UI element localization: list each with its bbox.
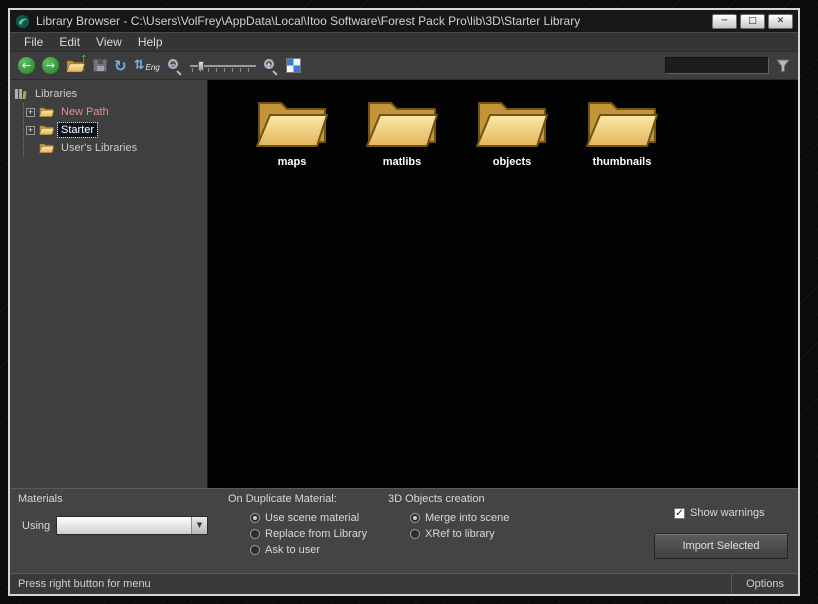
expand-icon[interactable]: + — [26, 125, 35, 135]
minimize-button[interactable]: ─ — [712, 13, 737, 29]
thumbnail-size-slider[interactable] — [189, 59, 256, 73]
radio-replace-from-library[interactable]: Replace from Library — [250, 528, 367, 540]
filter-icon[interactable] — [776, 59, 790, 73]
import-panel: Materials On Duplicate Material: 3D Obje… — [10, 488, 798, 573]
sidebar-item-starter[interactable]: + Starter — [26, 121, 207, 139]
objects-creation-title: 3D Objects creation — [388, 493, 485, 505]
folder-matlibs[interactable]: matlibs — [364, 96, 440, 168]
radio-label: XRef to library — [425, 528, 495, 540]
sort-icon: ⇅ — [133, 58, 145, 73]
chevron-down-icon[interactable]: ▼ — [191, 517, 207, 534]
checkbox-icon[interactable]: ✓ — [674, 507, 685, 519]
maximize-button[interactable]: □ — [740, 13, 765, 29]
radio-xref-to-library[interactable]: XRef to library — [410, 528, 509, 540]
sidebar-item-users-libraries[interactable]: User's Libraries — [26, 139, 207, 157]
close-button[interactable]: ✕ — [768, 13, 793, 29]
folder-label: thumbnails — [592, 156, 652, 168]
refresh-button[interactable]: ↻ — [114, 58, 127, 74]
back-button[interactable]: ← — [18, 57, 35, 74]
slider-handle[interactable] — [197, 60, 204, 71]
titlebar: Library Browser - C:\Users\VolFrey\AppDa… — [10, 10, 798, 32]
radio-icon[interactable] — [250, 529, 260, 539]
using-label: Using — [22, 520, 51, 532]
radio-label: Ask to user — [265, 544, 321, 556]
material-library-combobox[interactable]: ▼ — [56, 516, 208, 535]
zoom-out-icon: − — [167, 58, 178, 69]
libraries-icon — [14, 87, 28, 101]
folder-label: matlibs — [382, 156, 422, 168]
show-warnings-option[interactable]: ✓ Show warnings — [674, 507, 765, 519]
folder-icon — [586, 96, 658, 150]
show-warnings-label: Show warnings — [690, 507, 765, 519]
radio-merge-into-scene[interactable]: Merge into scene — [410, 512, 509, 524]
forward-button[interactable]: → — [42, 57, 59, 74]
menu-bar: File Edit View Help — [10, 32, 798, 52]
menu-file[interactable]: File — [16, 33, 51, 51]
folder-icon — [39, 106, 54, 118]
sort-button[interactable]: ⇅ Eng — [134, 58, 160, 73]
folder-view: maps matlibs objects thumbnails — [208, 80, 798, 488]
status-bar: Press right button for menu Options — [10, 573, 798, 594]
menu-view[interactable]: View — [88, 33, 130, 51]
radio-use-scene-material[interactable]: Use scene material — [250, 512, 367, 524]
zoom-in-icon: + — [263, 58, 274, 69]
folder-thumbnails[interactable]: thumbnails — [584, 96, 660, 168]
sidebar-item-libraries[interactable]: Libraries — [14, 85, 207, 103]
tree-label-starter: Starter — [56, 122, 99, 138]
app-icon — [15, 14, 30, 29]
radio-icon[interactable] — [410, 529, 420, 539]
folder-maps[interactable]: maps — [254, 96, 330, 168]
window-title: Library Browser - C:\Users\VolFrey\AppDa… — [36, 14, 581, 28]
folder-icon — [366, 96, 438, 150]
duplicate-material-title: On Duplicate Material: — [228, 493, 337, 505]
toolbar: ← → ↑ ↻ ⇅ Eng − + — [10, 52, 798, 80]
radio-label: Use scene material — [265, 512, 360, 524]
menu-help[interactable]: Help — [130, 33, 171, 51]
radio-label: Merge into scene — [425, 512, 510, 524]
up-arrow-icon: ↑ — [79, 54, 88, 65]
expand-icon[interactable]: + — [26, 107, 35, 117]
folder-icon — [39, 142, 54, 154]
main-area: Libraries + New Path + Starter User's Li… — [10, 80, 798, 488]
tree-label-new-path: New Path — [61, 106, 109, 118]
search-input[interactable] — [665, 57, 769, 74]
duplicate-material-options: Use scene material Replace from Library … — [250, 512, 367, 556]
zoom-out-button[interactable]: − — [167, 58, 183, 74]
folder-label: maps — [277, 156, 307, 168]
tree-children: + New Path + Starter User's Libraries — [23, 103, 207, 157]
status-message: Press right button for menu — [18, 578, 151, 590]
folder-icon — [256, 96, 328, 150]
sidebar-item-new-path[interactable]: + New Path — [26, 103, 207, 121]
import-selected-button[interactable]: Import Selected — [654, 533, 788, 559]
sort-mode-label: Eng — [145, 63, 160, 72]
radio-icon[interactable] — [250, 513, 260, 523]
material-preview-button[interactable] — [285, 58, 301, 73]
folder-icon — [39, 124, 54, 136]
tree-label-libraries: Libraries — [35, 88, 78, 100]
folder-icon — [476, 96, 548, 150]
options-button[interactable]: Options — [731, 574, 798, 594]
objects-creation-options: Merge into scene XRef to library — [410, 512, 509, 540]
menu-edit[interactable]: Edit — [51, 33, 88, 51]
save-button[interactable] — [93, 59, 107, 72]
folder-objects[interactable]: objects — [474, 96, 550, 168]
tree-label-users-libraries: User's Libraries — [61, 142, 138, 154]
up-folder-button[interactable]: ↑ — [66, 54, 88, 74]
library-tree: Libraries + New Path + Starter User's Li… — [10, 80, 208, 488]
library-browser-window: Library Browser - C:\Users\VolFrey\AppDa… — [8, 8, 800, 596]
radio-icon[interactable] — [410, 513, 420, 523]
window-controls: ─ □ ✕ — [712, 13, 793, 29]
zoom-in-button[interactable]: + — [263, 58, 279, 74]
radio-ask-to-user[interactable]: Ask to user — [250, 544, 367, 556]
radio-icon[interactable] — [250, 545, 260, 555]
materials-section-title: Materials — [18, 493, 63, 505]
folder-label: objects — [492, 156, 532, 168]
radio-label: Replace from Library — [265, 528, 368, 540]
